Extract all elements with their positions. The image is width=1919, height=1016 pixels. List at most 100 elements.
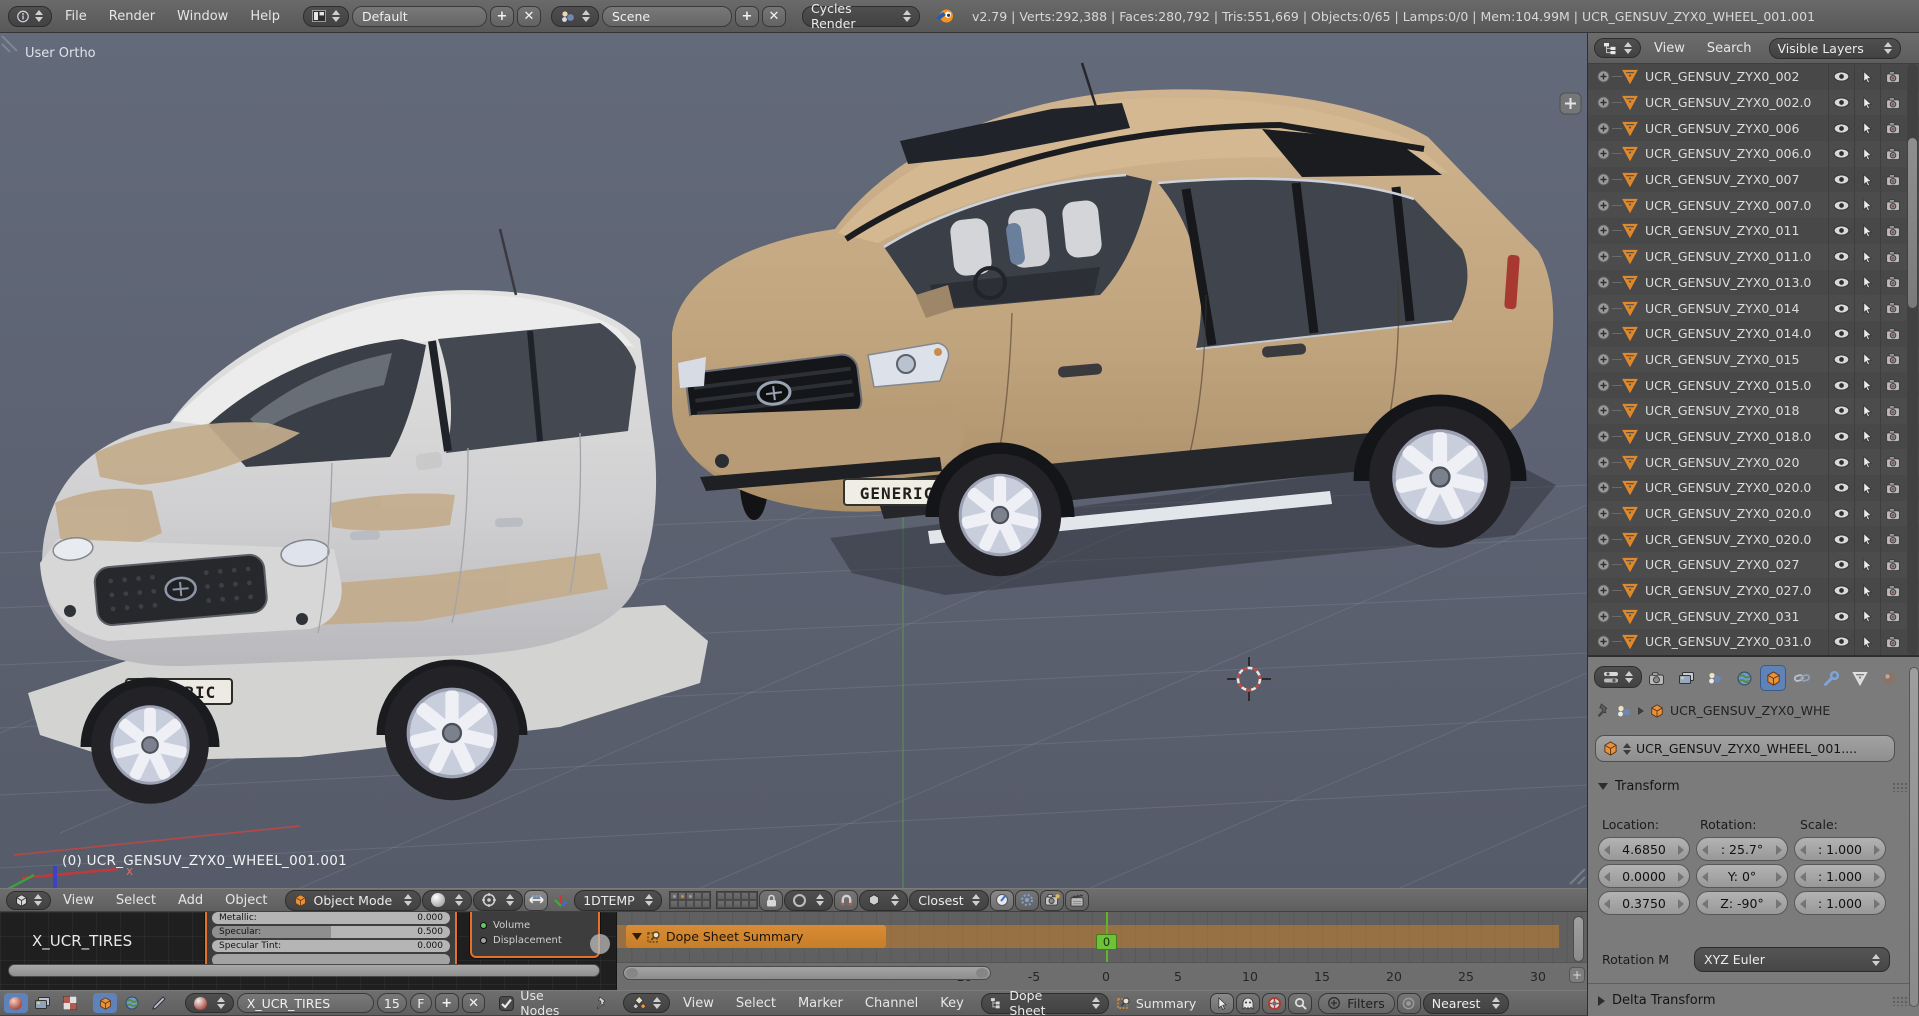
outliner-item[interactable]: UCR_GENSUV_ZYX0_007.0 bbox=[1588, 192, 1919, 218]
opengl-render-anim-button[interactable] bbox=[1065, 890, 1089, 911]
visibility-toggle[interactable] bbox=[1828, 629, 1854, 655]
layers-grid-1[interactable] bbox=[669, 891, 711, 909]
visibility-toggle[interactable] bbox=[1828, 115, 1854, 141]
selectability-toggle[interactable] bbox=[1854, 115, 1880, 141]
transform-orientation-axis-icon[interactable] bbox=[549, 890, 573, 911]
selectability-toggle[interactable] bbox=[1854, 218, 1880, 244]
layer-cell[interactable] bbox=[749, 900, 757, 908]
outliner-item[interactable]: UCR_GENSUV_ZYX0_002.0 bbox=[1588, 90, 1919, 116]
layer-cell[interactable] bbox=[670, 900, 678, 908]
unlink-material-button[interactable]: ✕ bbox=[462, 993, 486, 1013]
summary-toggle[interactable]: Summary bbox=[1117, 996, 1196, 1011]
screen-layout-icon-button[interactable] bbox=[303, 6, 349, 27]
toolshelf-plus-button[interactable] bbox=[1560, 93, 1581, 114]
proportional-edit-selector[interactable] bbox=[784, 890, 833, 911]
renderability-toggle[interactable] bbox=[1880, 603, 1906, 629]
outliner-item[interactable]: UCR_GENSUV_ZYX0_006 bbox=[1588, 115, 1919, 141]
visibility-toggle[interactable] bbox=[1828, 603, 1854, 629]
expand-icon[interactable] bbox=[1597, 147, 1610, 160]
renderability-toggle[interactable] bbox=[1880, 270, 1906, 296]
renderability-toggle[interactable] bbox=[1880, 372, 1906, 398]
show-hidden-filter-button[interactable] bbox=[1236, 993, 1260, 1014]
dopesheet-menu-select[interactable]: Select bbox=[725, 996, 787, 1011]
scale-value-field[interactable]: : 1.000 bbox=[1794, 864, 1886, 888]
expand-icon[interactable] bbox=[1597, 250, 1610, 263]
node-editor[interactable]: X_UCR_TIRES Metallic:0.000Specular:0.500… bbox=[0, 912, 617, 990]
dopesheet-menu-key[interactable]: Key bbox=[929, 996, 975, 1011]
dopesheet-menu-view[interactable]: View bbox=[672, 996, 725, 1011]
lock-to-scene-button[interactable] bbox=[759, 890, 783, 911]
selectability-toggle[interactable] bbox=[1854, 321, 1880, 347]
outliner-item[interactable]: UCR_GENSUV_ZYX0_014 bbox=[1588, 295, 1919, 321]
search-filter-button[interactable] bbox=[1288, 993, 1312, 1014]
menu-help[interactable]: Help bbox=[239, 9, 291, 24]
layer-cell[interactable] bbox=[717, 892, 725, 900]
render-border-button[interactable] bbox=[990, 890, 1014, 911]
visibility-toggle[interactable] bbox=[1828, 552, 1854, 578]
visibility-toggle[interactable] bbox=[1828, 449, 1854, 475]
outliner-menu-search[interactable]: Search bbox=[1696, 41, 1763, 56]
dupli-visibility-button[interactable] bbox=[1015, 890, 1039, 911]
outliner-item[interactable]: UCR_GENSUV_ZYX0_013.0 bbox=[1588, 270, 1919, 296]
visibility-toggle[interactable] bbox=[1828, 167, 1854, 193]
linestyle-shader-tab[interactable] bbox=[147, 993, 171, 1013]
renderability-toggle[interactable] bbox=[1880, 629, 1906, 655]
outliner-item[interactable]: UCR_GENSUV_ZYX0_031 bbox=[1588, 603, 1919, 629]
outliner-menu-view[interactable]: View bbox=[1643, 41, 1696, 56]
scale-value-field[interactable]: : 1.000 bbox=[1794, 891, 1886, 915]
scene-selector[interactable]: Scene bbox=[602, 6, 732, 27]
dopesheet-mode-selector[interactable]: Dope Sheet bbox=[981, 993, 1109, 1014]
selectability-toggle[interactable] bbox=[1854, 141, 1880, 167]
layer-cell[interactable] bbox=[670, 892, 678, 900]
visibility-toggle[interactable] bbox=[1828, 321, 1854, 347]
texture-nodes-tab[interactable] bbox=[58, 993, 82, 1013]
properties-tab-constraints[interactable] bbox=[1789, 665, 1815, 691]
outliner-item[interactable]: UCR_GENSUV_ZYX0_002 bbox=[1588, 64, 1919, 90]
delta-transform-panel-header[interactable]: Delta Transform bbox=[1598, 993, 1910, 1008]
scale-value-field[interactable]: : 1.000 bbox=[1794, 837, 1886, 861]
outliner-item[interactable]: UCR_GENSUV_ZYX0_031.0 bbox=[1588, 629, 1919, 655]
renderability-toggle[interactable] bbox=[1880, 475, 1906, 501]
selectability-toggle[interactable] bbox=[1854, 552, 1880, 578]
delete-scene-button[interactable]: ✕ bbox=[762, 6, 786, 27]
properties-tab-scene[interactable] bbox=[1702, 665, 1728, 691]
corner-grip-bottomright[interactable] bbox=[1570, 869, 1585, 884]
add-layout-button[interactable]: + bbox=[490, 6, 514, 27]
visibility-toggle[interactable] bbox=[1828, 475, 1854, 501]
expand-icon[interactable] bbox=[1597, 122, 1610, 135]
expand-icon[interactable] bbox=[1597, 533, 1610, 546]
visibility-toggle[interactable] bbox=[1828, 270, 1854, 296]
layer-cell[interactable] bbox=[694, 900, 702, 908]
mode-selector[interactable]: Object Mode bbox=[285, 890, 421, 911]
material-output-node[interactable]: VolumeDisplacement bbox=[470, 912, 600, 958]
manipulator-toggle[interactable] bbox=[524, 890, 548, 911]
renderability-toggle[interactable] bbox=[1880, 347, 1906, 373]
selectability-toggle[interactable] bbox=[1854, 424, 1880, 450]
selectability-toggle[interactable] bbox=[1854, 449, 1880, 475]
dopesheet-menu-channel[interactable]: Channel bbox=[854, 996, 929, 1011]
fake-user-button[interactable]: F bbox=[410, 993, 432, 1013]
selectability-toggle[interactable] bbox=[1854, 90, 1880, 116]
layer-cell[interactable] bbox=[733, 892, 741, 900]
rotation-value-field[interactable]: Y: 0° bbox=[1696, 864, 1788, 888]
location-value-field[interactable]: 4.6850 bbox=[1598, 837, 1690, 861]
silver-suv[interactable]: GENERIC bbox=[28, 229, 708, 804]
blender-info-button[interactable] bbox=[8, 6, 52, 27]
copy-keyframes-button[interactable] bbox=[1397, 993, 1421, 1014]
renderability-toggle[interactable] bbox=[1880, 424, 1906, 450]
outliner-item[interactable]: UCR_GENSUV_ZYX0_007 bbox=[1588, 167, 1919, 193]
visibility-toggle[interactable] bbox=[1828, 64, 1854, 90]
panel-grip[interactable] bbox=[1892, 782, 1910, 792]
visibility-toggle[interactable] bbox=[1828, 90, 1854, 116]
node-socket-displacement[interactable]: Displacement bbox=[472, 933, 598, 948]
visibility-toggle[interactable] bbox=[1828, 578, 1854, 604]
show-errors-filter-button[interactable] bbox=[1262, 993, 1286, 1014]
selectability-toggle[interactable] bbox=[1854, 398, 1880, 424]
renderability-toggle[interactable] bbox=[1880, 501, 1906, 527]
renderability-toggle[interactable] bbox=[1880, 115, 1906, 141]
outliner-item[interactable]: UCR_GENSUV_ZYX0_011 bbox=[1588, 218, 1919, 244]
layer-cell[interactable] bbox=[717, 900, 725, 908]
dopesheet-hscrollbar[interactable] bbox=[623, 966, 991, 980]
editor-type-selector-dopesheet[interactable] bbox=[623, 993, 670, 1013]
visibility-toggle[interactable] bbox=[1828, 372, 1854, 398]
